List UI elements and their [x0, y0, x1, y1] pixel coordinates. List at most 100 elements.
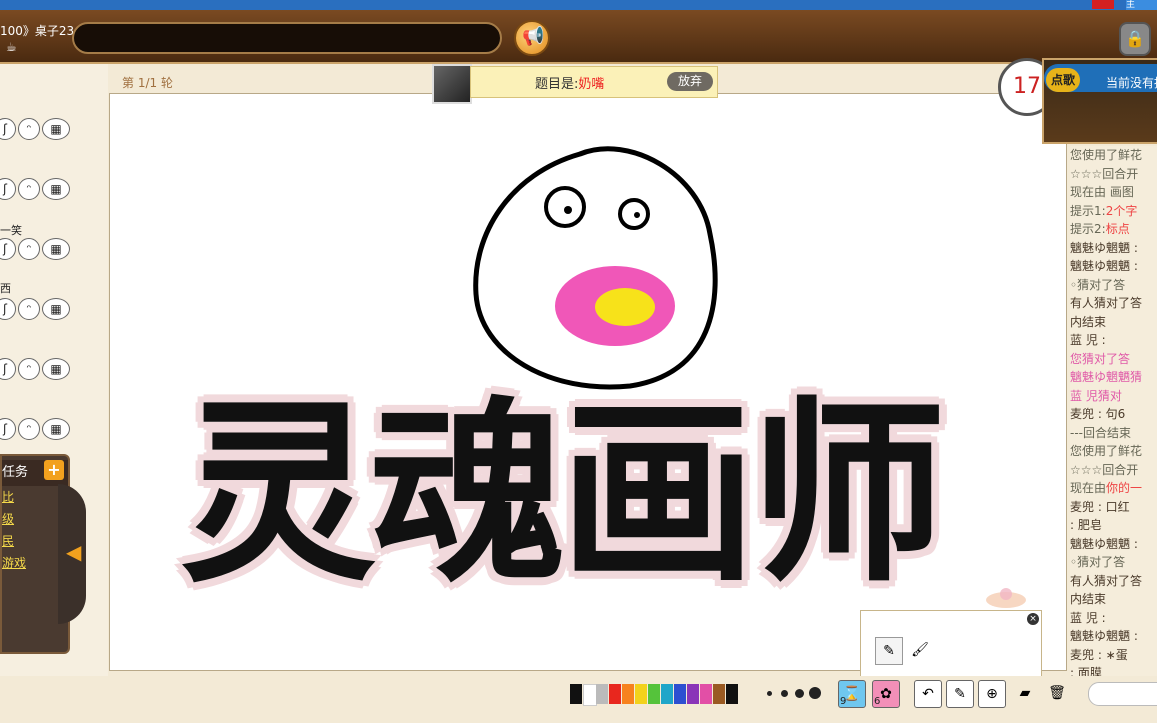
color-swatch[interactable]: [570, 684, 582, 704]
chat-text: ☆☆☆回合开: [1070, 166, 1139, 181]
player-row-3[interactable]: ʃ ᵔ ▦: [0, 238, 80, 262]
chat-line: ☆☆☆回合开: [1070, 461, 1157, 480]
chat-text: : 面膜: [1070, 666, 1102, 676]
trash-icon[interactable]: 🗑: [1044, 680, 1070, 706]
color-swatch[interactable]: [648, 684, 660, 704]
chat-text: 麦兜 : 句6: [1070, 407, 1126, 421]
color-swatch[interactable]: [635, 684, 647, 704]
add-task-button[interactable]: +: [44, 460, 64, 480]
chat-line: 提示1:2个字: [1070, 202, 1157, 221]
cat-icon: ᵔ: [18, 118, 40, 140]
chat-line: 有人猜对了答: [1070, 294, 1157, 313]
chat-line: ◦猜对了答: [1070, 553, 1157, 572]
topic-prefix: 题目是:: [535, 77, 579, 92]
chat-text: 提示1:: [1070, 203, 1106, 218]
task-item[interactable]: 比: [2, 488, 14, 505]
chat-line: 麦兜 : 口红: [1070, 498, 1157, 517]
chat-text: : 肥皂: [1070, 518, 1102, 532]
player-row-2[interactable]: ʃ ᵔ ▦: [0, 178, 80, 202]
close-icon[interactable]: ×: [1027, 613, 1039, 625]
player-row-4[interactable]: ʃ ᵔ ▦: [0, 298, 80, 322]
right-pupil: [634, 212, 640, 218]
tank-icon: ▦: [42, 178, 70, 200]
brush-icon[interactable]: 🖌: [907, 637, 933, 663]
pen-icon[interactable]: ✎: [946, 680, 974, 708]
scrollbar[interactable]: [1088, 682, 1157, 706]
chat-text: 魑魅ゆ魍魉 :: [1070, 259, 1138, 273]
tool-popup: × ✎ 🖌: [860, 610, 1042, 678]
song-status: 当前没有播: [1106, 76, 1157, 90]
chat-line: 内结束: [1070, 590, 1157, 609]
chat-line: 蓝 児猜对: [1070, 387, 1157, 406]
drawer-avatar[interactable]: [432, 64, 472, 104]
tank-icon: ▦: [42, 298, 70, 320]
chat-line: : 肥皂: [1070, 516, 1157, 535]
pencil-icon[interactable]: ✎: [875, 637, 903, 665]
color-swatch[interactable]: [622, 684, 634, 704]
chat-line: 现在由你的一: [1070, 479, 1157, 498]
top-right-tab[interactable]: 主: [1126, 0, 1157, 10]
giveup-button[interactable]: 放弃: [667, 72, 713, 91]
overlay-title: 灵魂画师: [180, 381, 946, 609]
chat-text: 有人猜对了答: [1070, 573, 1143, 588]
player-row-1[interactable]: ʃ ᵔ ▦: [0, 118, 80, 142]
chat-text: 蓝 児 :: [1070, 333, 1106, 347]
chat-line: 魑魅ゆ魍魉 :: [1070, 239, 1157, 258]
chat-line: ---回合结束: [1070, 424, 1157, 443]
color-swatch[interactable]: [674, 684, 686, 704]
size-dot-4[interactable]: [809, 687, 821, 699]
color-swatch[interactable]: [700, 684, 712, 704]
chat-line: 有人猜对了答: [1070, 572, 1157, 591]
task-item[interactable]: 游戏: [2, 554, 26, 571]
color-swatch[interactable]: [609, 684, 621, 704]
mascot-svg: [986, 588, 1026, 608]
color-swatch[interactable]: [583, 684, 597, 706]
chat-line: 内结束: [1070, 313, 1157, 332]
horn-icon[interactable]: 📢: [514, 20, 550, 56]
color-swatch[interactable]: [726, 684, 738, 704]
chat-line: 您猜对了答: [1070, 350, 1157, 369]
add-icon[interactable]: ⊕: [978, 680, 1006, 708]
player-row-6[interactable]: ʃ ᵔ ▦: [0, 418, 80, 442]
tank-icon: ▦: [42, 118, 70, 140]
color-swatch[interactable]: [661, 684, 673, 704]
lock-icon[interactable]: 🔒: [1119, 22, 1151, 56]
size-dot-1[interactable]: [767, 691, 772, 696]
chat-line: 提示2:标点: [1070, 220, 1157, 239]
chat-line: ◦猜对了答: [1070, 276, 1157, 295]
task-item[interactable]: 民: [2, 532, 14, 549]
drawing-canvas[interactable]: 灵魂画师: [109, 93, 1067, 671]
size-dot-3[interactable]: [795, 689, 804, 698]
chat-input[interactable]: [72, 22, 502, 54]
red-flag: [1092, 0, 1114, 9]
tank-icon: ▦: [42, 418, 70, 440]
chat-text: 提示2:: [1070, 222, 1106, 236]
chat-line: ☆☆☆回合开: [1070, 165, 1157, 184]
topic-bar: 题目是:奶嘴 放弃: [470, 66, 718, 98]
face-outline: [473, 146, 718, 390]
eraser-icon[interactable]: ▰: [1012, 680, 1038, 706]
topic-label: 题目是:奶嘴: [535, 73, 604, 92]
side-expander[interactable]: ◀: [58, 484, 86, 624]
chat-highlight: 标点: [1105, 222, 1130, 236]
chat-highlight: 2个字: [1105, 203, 1138, 218]
chat-text: 蓝 児猜对: [1070, 388, 1122, 403]
song-band: 点歌 当前没有播: [1044, 64, 1157, 92]
undo-icon[interactable]: ↶: [914, 680, 942, 708]
player-row-5[interactable]: ʃ ᵔ ▦: [0, 358, 80, 382]
task-item[interactable]: 级: [2, 510, 14, 527]
song-panel: 点歌 当前没有播: [1042, 58, 1157, 144]
color-swatch[interactable]: [596, 684, 608, 704]
request-song-button[interactable]: 点歌: [1046, 68, 1080, 92]
left-eye: [544, 186, 586, 228]
chat-log[interactable]: 您使用了鲜花 ☆☆☆回合开 现在由 画图 提示1:2个字 提示2:标点 魑魅ゆ魍魉 : 魑魅…: [1070, 146, 1157, 676]
size-dot-2[interactable]: [781, 690, 788, 697]
chat-text: 麦兜 : 口红: [1070, 499, 1130, 514]
counter-2: 6: [874, 696, 881, 707]
chat-text: 内结束: [1070, 592, 1107, 606]
color-swatch[interactable]: [687, 684, 699, 704]
color-swatch[interactable]: [713, 684, 725, 704]
chat-line: 魑魅ゆ魍魉 :: [1070, 627, 1157, 646]
chat-highlight: 你的一: [1106, 481, 1143, 495]
ear-icon: ʃ: [0, 238, 16, 260]
